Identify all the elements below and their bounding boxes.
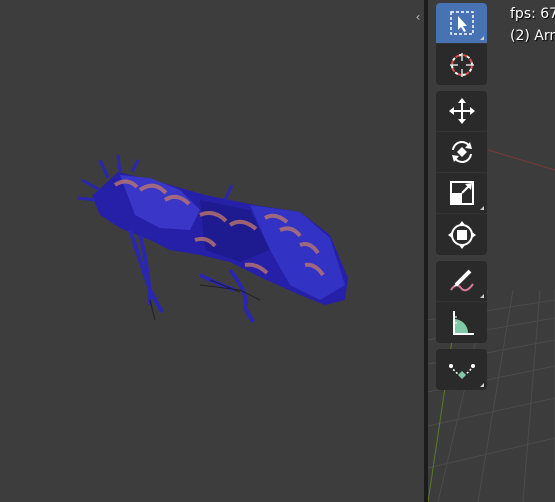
creature-model <box>77 154 348 323</box>
measure-icon <box>452 310 474 335</box>
transform-icon <box>447 220 476 249</box>
creature-body <box>77 154 348 323</box>
tool-shelf <box>436 3 487 396</box>
right-3d-viewport[interactable]: fps: 67 (2) Arm <box>428 0 555 502</box>
add-curve-tool[interactable] <box>436 349 487 390</box>
rotate-tool[interactable] <box>436 132 487 173</box>
move-icon <box>448 98 475 124</box>
annotate-icon <box>449 269 474 292</box>
measure-tool[interactable] <box>436 302 487 343</box>
select-tool-group <box>436 3 487 85</box>
annotate-tool[interactable] <box>436 261 487 302</box>
collapse-arrow-icon[interactable]: ‹ <box>413 8 423 26</box>
select-box-tool[interactable] <box>436 3 487 44</box>
annotate-tool-group <box>436 261 487 343</box>
scale-tool[interactable] <box>436 173 487 214</box>
transform-tool[interactable] <box>436 214 487 255</box>
left-3d-viewport[interactable] <box>0 0 424 502</box>
curve-icon <box>448 363 475 379</box>
scale-icon <box>449 181 474 205</box>
move-tool[interactable] <box>436 91 487 132</box>
rotate-icon <box>451 141 472 163</box>
select-box-icon <box>449 11 474 35</box>
cursor-tool[interactable] <box>436 44 487 85</box>
object-label: (2) Arm <box>510 28 555 44</box>
curve-tool-group <box>436 349 487 390</box>
fps-readout: fps: 67 <box>510 6 555 22</box>
cursor-icon <box>449 52 474 77</box>
transform-tool-group <box>436 91 487 255</box>
